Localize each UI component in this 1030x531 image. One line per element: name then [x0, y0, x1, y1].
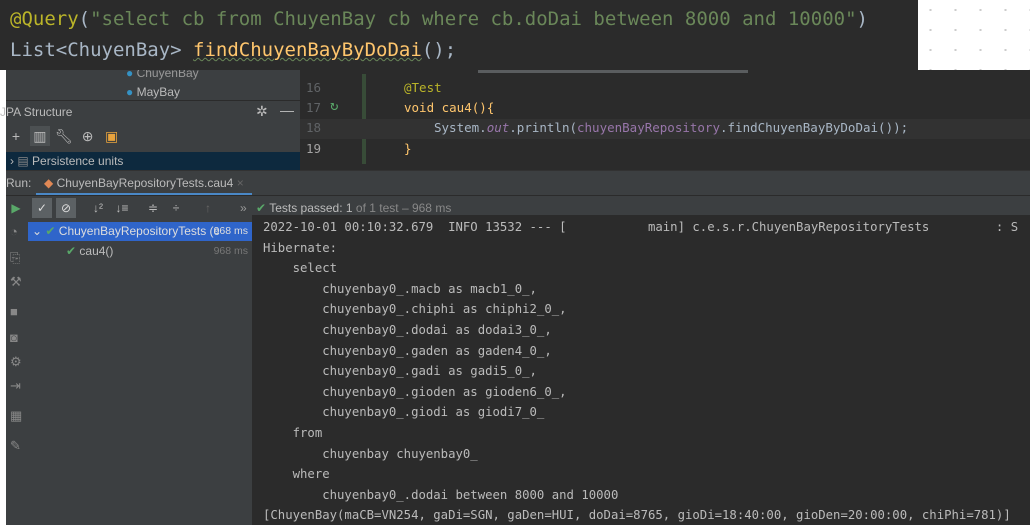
debug-icon[interactable]: ◔	[10, 224, 18, 239]
console-line: chuyenbay0_.gioden as gioden6_0_,	[263, 384, 567, 399]
console-line: where	[263, 467, 330, 482]
duration: 968 ms	[213, 225, 248, 237]
console-line: from	[263, 425, 323, 440]
test-tree: ⌄ ✔ ChuyenBayRepositoryTests (c 968 ms ✔ …	[28, 220, 252, 525]
query-annotation: @Query	[10, 8, 79, 30]
jpa-structure-panel: ● ChuyenBay ● MayBay JPA Structure ✲ — +…	[0, 66, 300, 170]
console-line: chuyenbay0_.dodai as dodai3_0_,	[263, 322, 552, 337]
code-line: System.out.println(chuyenBayRepository.f…	[434, 120, 908, 135]
sort-duration-icon[interactable]: ↓≡	[112, 198, 132, 218]
label: MayBay	[136, 85, 180, 99]
t: chuyenBayRepository	[577, 120, 720, 135]
run-test-icon[interactable]: ↻	[330, 98, 338, 114]
console-line: Hibernate:	[263, 240, 345, 255]
console-line: 2022-10-01 00:10:32.679 INFO 13532 --- […	[263, 220, 1019, 234]
label: cau4()	[79, 244, 114, 258]
run-tab-bar: Run: ◆ ChuyenBayRepositoryTests.cau4 ×	[6, 170, 1030, 195]
console-line: chuyenbay0_.gadi as gadi5_0_,	[263, 364, 537, 379]
console-line: chuyenbay0_.chiphi as chiphi2_0_,	[263, 302, 567, 317]
sort-alpha-icon[interactable]: ↓²	[88, 198, 108, 218]
wrench-icon[interactable]: ⚒	[10, 274, 22, 290]
expand-icon: ›	[10, 154, 14, 168]
show-passed-toggle[interactable]: ✓	[32, 198, 52, 218]
close-icon[interactable]: ×	[237, 176, 244, 190]
code-snippet: @Query("select cb from ChuyenBay cb wher…	[0, 0, 918, 70]
console-output[interactable]: 2022-10-01 00:10:32.679 INFO 13532 --- […	[252, 215, 1030, 525]
check-icon: ✔	[45, 224, 56, 238]
line-number: 19	[306, 141, 322, 156]
gear-icon[interactable]: ✲	[256, 103, 268, 120]
duration: 968 ms	[213, 245, 248, 257]
add-icon[interactable]: +	[6, 126, 26, 146]
test-tree-root[interactable]: ⌄ ✔ ChuyenBayRepositoryTests (c 968 ms	[28, 222, 252, 241]
more-icon[interactable]: »	[240, 201, 247, 215]
wrench-icon[interactable]: 🔧︎	[54, 126, 74, 146]
console-line: chuyenbay0_.macb as macb1_0_,	[263, 281, 537, 296]
t: 1	[345, 201, 353, 215]
code-line: void cau4(){	[404, 100, 495, 115]
t: .println(	[509, 120, 577, 135]
run-label: Run:	[6, 176, 32, 190]
paren: (	[78, 8, 91, 30]
settings-icon[interactable]: ⚙	[10, 354, 22, 370]
layout-icon[interactable]: ▦	[10, 408, 22, 424]
console-line: select	[263, 261, 338, 276]
target-icon[interactable]: ⊕	[78, 126, 98, 146]
console-line: chuyenbay0_.giodi as giodi7_0_	[263, 405, 552, 420]
console-line: chuyenbay chuyenbay0_	[263, 446, 486, 461]
check-icon: ✔	[256, 201, 267, 215]
tab-label: ChuyenBayRepositoryTests.cau4	[56, 176, 234, 190]
pin-icon[interactable]: ✎	[10, 438, 21, 454]
camera-icon[interactable]: ◙	[10, 330, 18, 345]
line-number: 16	[306, 80, 322, 95]
folder-icon: ▤	[17, 154, 29, 168]
restore-icon[interactable]: ⎘	[10, 250, 20, 266]
test-icon: ◆	[44, 176, 54, 190]
side-toolbar: ◔ ⎘ ⚒ ■ ◙ ⚙ ⇥ ▦ ✎	[6, 220, 28, 525]
check-icon: ✔	[66, 244, 77, 258]
tab-run-config[interactable]: ◆ ChuyenBayRepositoryTests.cau4 ×	[36, 171, 252, 195]
console-line: chuyenbay0_.dodai between 8000 and 10000	[263, 487, 619, 502]
scrollbar[interactable]	[478, 70, 748, 73]
t: Tests passed:	[269, 201, 346, 215]
code-line: }	[404, 141, 412, 156]
stop-icon[interactable]: ■	[10, 304, 18, 319]
return-type: List<ChuyenBay>	[10, 39, 194, 61]
tree-item-persistence-units[interactable]: › ▤ Persistence units	[6, 152, 300, 170]
paren: )	[856, 8, 868, 30]
console-line: chuyenbay0_.gaden as gaden4_0_,	[263, 343, 552, 358]
dotted-background	[918, 0, 1030, 70]
method-end: ();	[421, 39, 457, 61]
rerun-icon[interactable]: ▶	[6, 198, 26, 218]
console-line: [ChuyenBay(maCB=VN254, gaDi=SGN, gaDen=H…	[263, 508, 1011, 523]
collapse-all-icon[interactable]: ÷	[166, 198, 186, 218]
t: .findChuyenBayByDoDai());	[720, 120, 909, 135]
line-number: 18	[306, 120, 322, 135]
show-ignored-toggle[interactable]: ⊘	[56, 198, 76, 218]
test-status: ✔ Tests passed: 1 of 1 test – 968 ms	[256, 201, 451, 215]
chart-icon[interactable]: ▥	[29, 126, 50, 146]
console-icon[interactable]: ▣	[102, 126, 122, 146]
exit-icon[interactable]: ⇥	[10, 378, 21, 394]
t: of 1 test – 968 ms	[352, 201, 452, 215]
t: System.	[434, 120, 487, 135]
class-icon: ●	[126, 85, 134, 99]
query-string: "select cb from ChuyenBay cb where cb.do…	[90, 8, 857, 30]
method-name: findChuyenBayByDoDai	[193, 39, 422, 61]
panel-title: JPA Structure	[0, 105, 73, 119]
code-editor[interactable]: 16 17 18 19 ↻ @Test void cau4(){ System.…	[300, 70, 1030, 170]
minimize-icon[interactable]: —	[280, 102, 294, 118]
previous-icon[interactable]: ↑	[198, 198, 218, 218]
jpa-toolbar: + ▥ 🔧︎ ⊕ ▣	[6, 126, 156, 146]
t: out	[486, 120, 510, 135]
expand-all-icon[interactable]: ≑	[143, 198, 163, 218]
test-tree-item[interactable]: ✔ cau4() 968 ms	[28, 242, 252, 260]
tree-item-maybay[interactable]: ● MayBay	[126, 85, 180, 99]
code-line: @Test	[404, 80, 442, 95]
label: ChuyenBayRepositoryTests (c	[58, 224, 220, 238]
label: Persistence units	[32, 154, 124, 168]
